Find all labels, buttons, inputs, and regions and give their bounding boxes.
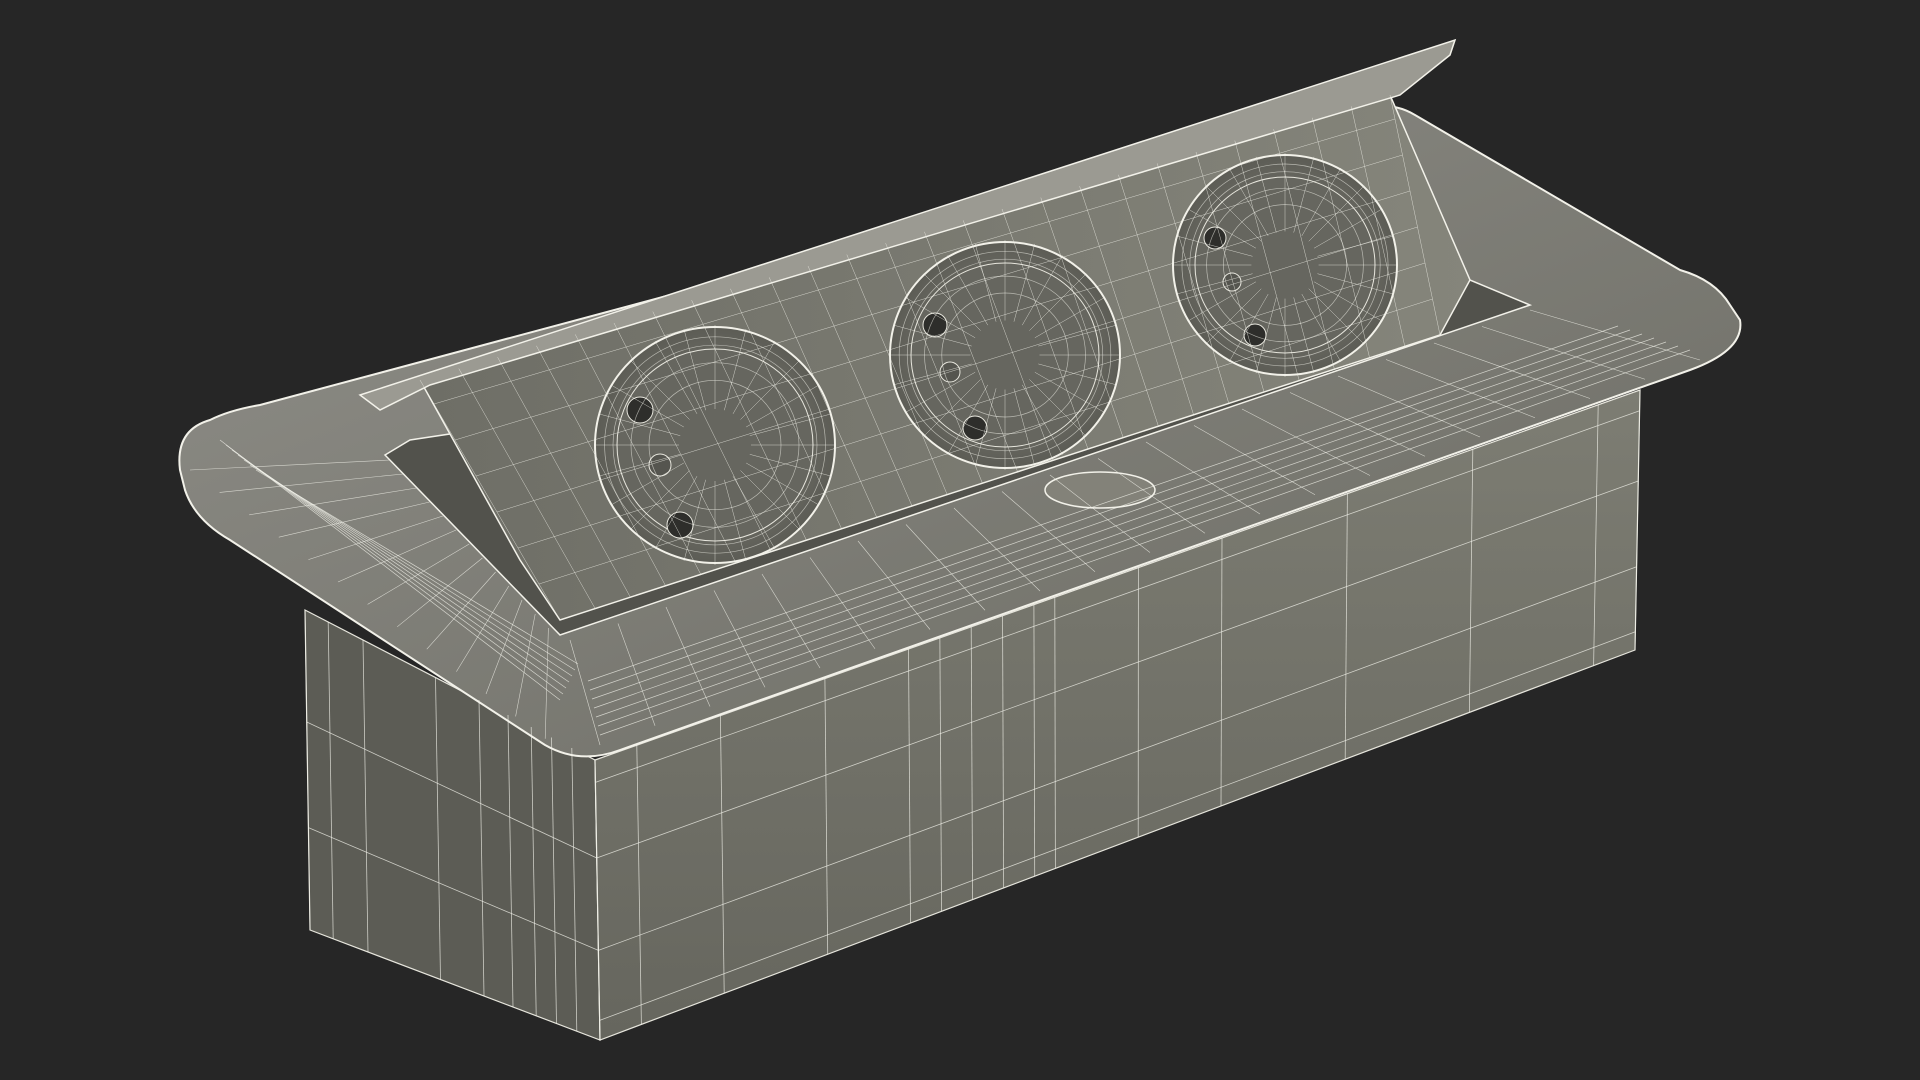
socket-1-pin-hole-top <box>626 396 654 424</box>
release-button <box>1044 471 1156 509</box>
socket-3-pin-hole-bottom <box>1243 323 1267 347</box>
socket-1-pin-hole-bottom <box>666 511 694 539</box>
render-viewport <box>0 0 1920 1080</box>
pop-up-socket-wireframe-render <box>178 38 1742 1041</box>
